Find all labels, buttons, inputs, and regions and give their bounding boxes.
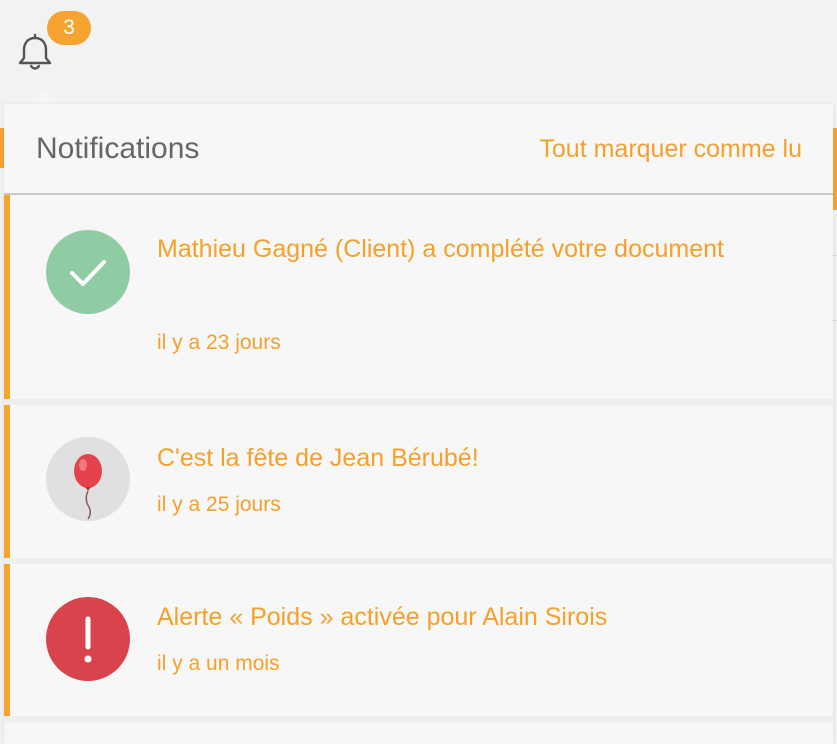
birthday-status-icon bbox=[46, 437, 130, 521]
background-divider bbox=[833, 255, 837, 256]
notification-item[interactable]: C'est la fête de Jean Bérubé! il y a 25 … bbox=[4, 405, 833, 558]
notification-message: C'est la fête de Jean Bérubé! bbox=[157, 444, 479, 472]
notification-time: il y a 23 jours bbox=[157, 331, 281, 354]
completed-status-icon bbox=[46, 230, 130, 314]
notification-message: Alerte « Poids » activée pour Alain Siro… bbox=[157, 603, 608, 631]
balloon-icon bbox=[74, 454, 102, 520]
check-icon bbox=[70, 260, 106, 286]
notification-count-badge: 3 bbox=[47, 11, 91, 45]
notifications-dropdown: Notifications Tout marquer comme lu Math… bbox=[4, 104, 833, 744]
dropdown-title: Notifications bbox=[36, 132, 200, 165]
notification-time: il y a 25 jours bbox=[157, 493, 281, 516]
notification-message: Mathieu Gagné (Client) a complété votre … bbox=[157, 235, 724, 263]
dropdown-caret bbox=[28, 88, 60, 104]
notification-time: il y a un mois bbox=[157, 652, 280, 675]
mark-all-read-link[interactable]: Tout marquer comme lu bbox=[539, 135, 802, 164]
notification-separator bbox=[4, 716, 833, 722]
notifications-bell-button[interactable] bbox=[16, 33, 54, 73]
top-bar bbox=[0, 0, 837, 104]
bell-icon bbox=[18, 33, 52, 70]
notification-item[interactable]: Alerte « Poids » activée pour Alain Siro… bbox=[4, 564, 833, 716]
background-accent-strip bbox=[833, 128, 837, 210]
dropdown-header: Notifications Tout marquer comme lu bbox=[4, 104, 833, 195]
exclamation-icon bbox=[84, 616, 92, 663]
alert-status-icon bbox=[46, 597, 130, 681]
notification-item[interactable]: Mathieu Gagné (Client) a complété votre … bbox=[4, 195, 833, 399]
background-divider bbox=[833, 320, 837, 321]
